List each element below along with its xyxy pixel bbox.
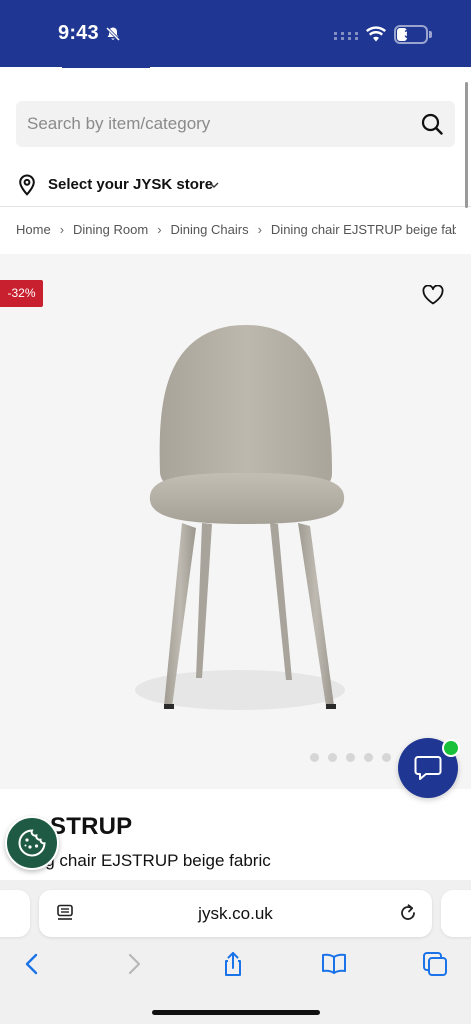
- bookmarks-icon[interactable]: [320, 950, 348, 978]
- browser-nav-row: [0, 950, 471, 982]
- reload-icon[interactable]: [398, 903, 418, 923]
- url-text: jysk.co.uk: [198, 904, 273, 923]
- pager-dot[interactable]: [364, 753, 373, 762]
- search-input[interactable]: [16, 101, 396, 147]
- search-box[interactable]: [16, 101, 455, 147]
- product-subtitle-text: ing chair EJSTRUP beige fabric: [32, 851, 271, 870]
- store-label: Select your JYSK store: [48, 176, 214, 193]
- breadcrumb-dining-chairs[interactable]: Dining Chairs: [171, 222, 249, 237]
- location-pin-icon: [19, 174, 35, 196]
- wifi-icon: [366, 26, 386, 42]
- breadcrumb-separator: ›: [257, 222, 262, 237]
- pager-dot[interactable]: [346, 753, 355, 762]
- battery-icon: 35: [394, 25, 428, 44]
- address-bar[interactable]: jysk.co.uk: [39, 890, 432, 937]
- pager-dot[interactable]: [310, 753, 319, 762]
- chat-bubble-icon: [414, 756, 442, 780]
- cellular-signal-icon: [334, 32, 358, 40]
- discount-badge: -32%: [0, 280, 43, 307]
- scroll-indicator: [465, 82, 468, 208]
- store-selector[interactable]: Select your JYSK store: [16, 172, 246, 198]
- breadcrumb-current-product: Dining chair EJSTRUP beige fabric: [270, 222, 456, 237]
- breadcrumb-dining-room[interactable]: Dining Room: [73, 222, 148, 237]
- breadcrumb-separator: ›: [157, 222, 162, 237]
- pager-dot[interactable]: [382, 753, 391, 762]
- back-icon[interactable]: [18, 950, 46, 978]
- forward-icon[interactable]: [120, 950, 148, 978]
- next-tab-preview[interactable]: [441, 890, 471, 937]
- breadcrumb-home[interactable]: Home: [16, 222, 51, 237]
- previous-tab-preview[interactable]: [0, 890, 30, 937]
- bell-muted-icon: [105, 26, 121, 42]
- breadcrumb-separator: ›: [59, 222, 65, 237]
- cookie-icon: [18, 829, 46, 857]
- battery-nub: [429, 31, 432, 38]
- online-status-indicator: [442, 739, 460, 757]
- share-icon[interactable]: [219, 950, 247, 978]
- product-name-text: STRUP: [50, 813, 133, 840]
- header-active-indicator: [62, 65, 150, 68]
- pager-dot[interactable]: [328, 753, 337, 762]
- product-image-chair: [135, 324, 345, 710]
- search-icon[interactable]: [420, 112, 444, 136]
- status-time: 9:43: [58, 22, 99, 44]
- heart-icon[interactable]: [422, 285, 444, 305]
- home-indicator: [152, 1010, 320, 1015]
- divider: [0, 206, 471, 207]
- chevron-down-icon: [209, 182, 219, 188]
- battery-percent: 35: [404, 27, 418, 41]
- status-bar: 9:43 35: [0, 0, 471, 67]
- browser-toolbar: jysk.co.uk: [0, 880, 471, 1024]
- tabs-icon[interactable]: [421, 950, 449, 978]
- breadcrumb: Home › Dining Room › Dining Chairs › Dining ch…: [16, 222, 456, 240]
- cookie-settings-button[interactable]: [5, 816, 59, 870]
